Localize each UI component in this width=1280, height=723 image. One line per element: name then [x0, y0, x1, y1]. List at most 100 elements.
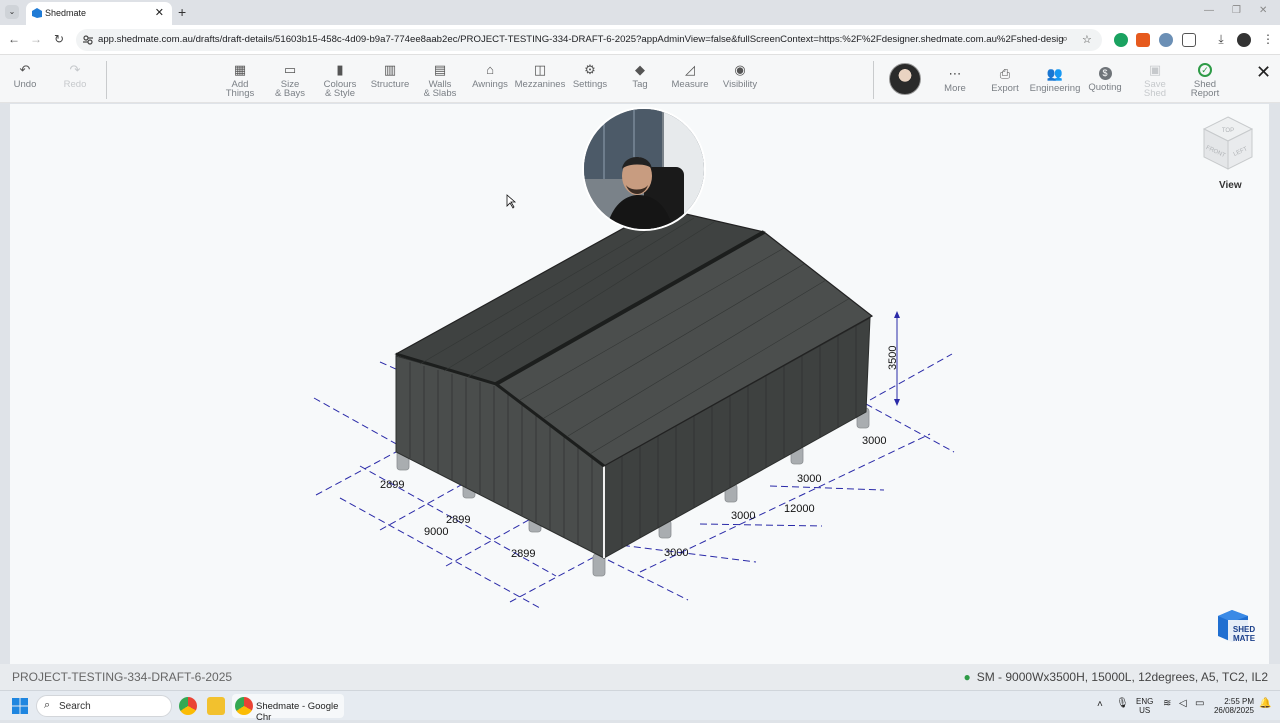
extensions-puzzle-icon[interactable] [1182, 33, 1196, 47]
tab-search-dropdown-icon[interactable]: ⌄ [5, 5, 19, 19]
mezzanine-icon: ◫ [533, 62, 547, 77]
wifi-icon[interactable]: ≋ [1163, 699, 1171, 709]
battery-icon[interactable]: ▭ [1195, 699, 1204, 709]
engineering-button[interactable]: 👥 Engineering [1028, 66, 1082, 94]
export-label: Export [991, 83, 1019, 94]
tag-label: Tag [632, 79, 648, 90]
extension-sync-icon[interactable] [1159, 33, 1173, 47]
redo-label: Redo [63, 79, 87, 90]
language-indicator[interactable]: ENG US [1136, 697, 1153, 715]
chrome-icon [235, 697, 253, 715]
downloads-icon[interactable]: ⤓ [1213, 32, 1229, 47]
structure-button[interactable]: ▥ Structure [368, 63, 412, 90]
report-label-2: Report [1190, 88, 1220, 99]
tray-overflow-icon[interactable]: ˄ [1097, 700, 1103, 710]
site-info-icon[interactable] [82, 34, 94, 46]
address-bar[interactable]: app.shedmate.com.au/drafts/draft-details… [76, 29, 1102, 51]
clock-time: 2:55 PM [1224, 697, 1254, 706]
grammarly-extension-icon[interactable] [1114, 33, 1128, 47]
volume-icon[interactable]: ◁ [1179, 699, 1187, 709]
logo-text-2: MATE [1233, 634, 1256, 643]
quoting-label: Quoting [1088, 82, 1122, 93]
add-things-label-2: Things [225, 88, 255, 99]
zoom-icon[interactable]: ⌕ [1062, 33, 1068, 46]
export-button[interactable]: ⎙ Export [988, 66, 1022, 94]
view-label[interactable]: View [1219, 180, 1242, 191]
chrome-pinned-icon[interactable] [179, 697, 197, 715]
mezzanines-button[interactable]: ◫ Mezzanines [514, 62, 566, 90]
lang-label-1: ENG [1136, 697, 1154, 706]
shed-spec-summary[interactable]: ● SM - 9000Wx3500H, 15000L, 12degrees, A5… [963, 670, 1268, 684]
reload-icon[interactable]: ↻ [51, 32, 67, 46]
size-bays-button[interactable]: ▭ Size & Bays [270, 63, 310, 99]
walls-slabs-label-2: & Slabs [423, 88, 457, 99]
awnings-button[interactable]: ⌂ Awnings [470, 62, 510, 90]
colours-style-button[interactable]: ▮ Colours & Style [320, 62, 360, 99]
tag-icon: ◆ [635, 62, 645, 77]
taskbar-chrome-window[interactable]: Shedmate - Google Chr [232, 694, 344, 723]
browser-tab-strip: ⌄ Shedmate ✕ + — ❐ ✕ [0, 0, 1280, 25]
add-things-button[interactable]: ▦ Add Things [220, 63, 260, 99]
dollar-icon: $ [1098, 67, 1112, 80]
awning-icon: ⌂ [486, 62, 494, 77]
logo-text-1: SHED [1233, 625, 1255, 634]
quoting-button[interactable]: $ Quoting [1086, 67, 1124, 92]
taskbar-search-label: Search [59, 701, 91, 712]
tab-title: Shedmate [45, 8, 87, 18]
shedmate-logo: SHED MATE [1218, 610, 1258, 646]
measure-button[interactable]: ◿ Measure [668, 63, 712, 90]
presenter-avatar-icon [584, 109, 704, 229]
taskbar-search[interactable]: ⌕ Search [36, 695, 172, 717]
settings-label: Settings [572, 79, 608, 90]
measure-label: Measure [671, 79, 709, 90]
clock-date: 26/08/2025 [1213, 706, 1254, 715]
forward-icon[interactable]: → [28, 32, 44, 46]
size-bays-label-2: & Bays [274, 88, 306, 99]
browser-menu-icon[interactable]: ⋮ [1260, 32, 1276, 46]
redo-button[interactable]: ↷ Redo [60, 63, 90, 90]
url-text: app.shedmate.com.au/drafts/draft-details… [98, 34, 1063, 45]
close-window-icon[interactable]: ✕ [1259, 5, 1267, 16]
minimize-window-icon[interactable]: — [1204, 5, 1214, 16]
undo-button[interactable]: ↶ Undo [10, 63, 40, 90]
notification-bell-icon[interactable]: 🔔 [1259, 699, 1271, 709]
walls-slabs-button[interactable]: ▤ Walls & Slabs [420, 62, 460, 99]
save-label-2: Shed [1143, 88, 1167, 99]
more-dots-icon: ⋯ [948, 66, 962, 81]
more-button[interactable]: ⋯ More [938, 66, 972, 94]
undo-label: Undo [13, 79, 37, 90]
structure-label: Structure [370, 79, 410, 90]
clock[interactable]: 2:55 PM 26/08/2025 [1212, 697, 1254, 715]
microphone-icon[interactable]: 🎙 [1116, 699, 1129, 709]
windows-taskbar: ⌕ Search Shedmate - Google Chr ˄ 🎙 ENG US… [0, 690, 1280, 723]
view-cube[interactable]: TOP FRONT LEFT [1200, 113, 1256, 173]
extension-new-icon[interactable] [1136, 33, 1150, 47]
user-avatar[interactable] [889, 63, 921, 95]
shed-report-button[interactable]: ✓ Shed Report [1188, 63, 1222, 98]
bookmark-star-icon[interactable]: ☆ [1082, 33, 1092, 46]
file-explorer-icon[interactable] [207, 697, 225, 715]
back-icon[interactable]: ← [6, 32, 22, 46]
windows-start-icon[interactable] [12, 698, 28, 714]
lang-label-2: US [1139, 706, 1151, 715]
printer-icon: ⎙ [999, 66, 1011, 81]
close-tab-icon[interactable]: ✕ [155, 6, 164, 19]
visibility-button[interactable]: ◉ Visibility [718, 63, 762, 90]
maximize-window-icon[interactable]: ❐ [1232, 5, 1241, 16]
browser-tab-shedmate[interactable]: Shedmate ✕ [26, 2, 172, 25]
new-tab-icon[interactable]: + [178, 4, 186, 20]
check-circle-icon: ✓ [1198, 63, 1212, 77]
walls-icon: ▤ [433, 62, 447, 77]
profile-avatar[interactable] [1237, 33, 1251, 47]
settings-button[interactable]: ⚙ Settings [570, 63, 610, 90]
save-shed-button[interactable]: ▣ Save Shed [1138, 63, 1172, 99]
browser-nav-bar: ← → ↻ app.shedmate.com.au/drafts/draft-d… [0, 25, 1280, 55]
close-designer-icon[interactable]: ✕ [1256, 62, 1271, 83]
engineers-icon: 👥 [1046, 66, 1064, 81]
viewcube-top-label: TOP [1222, 128, 1234, 134]
awnings-label: Awnings [472, 79, 508, 90]
paint-roller-icon: ▮ [336, 62, 344, 77]
mezzanines-label: Mezzanines [514, 79, 566, 90]
user-check-icon: ● [963, 670, 971, 684]
tag-button[interactable]: ◆ Tag [620, 62, 660, 90]
